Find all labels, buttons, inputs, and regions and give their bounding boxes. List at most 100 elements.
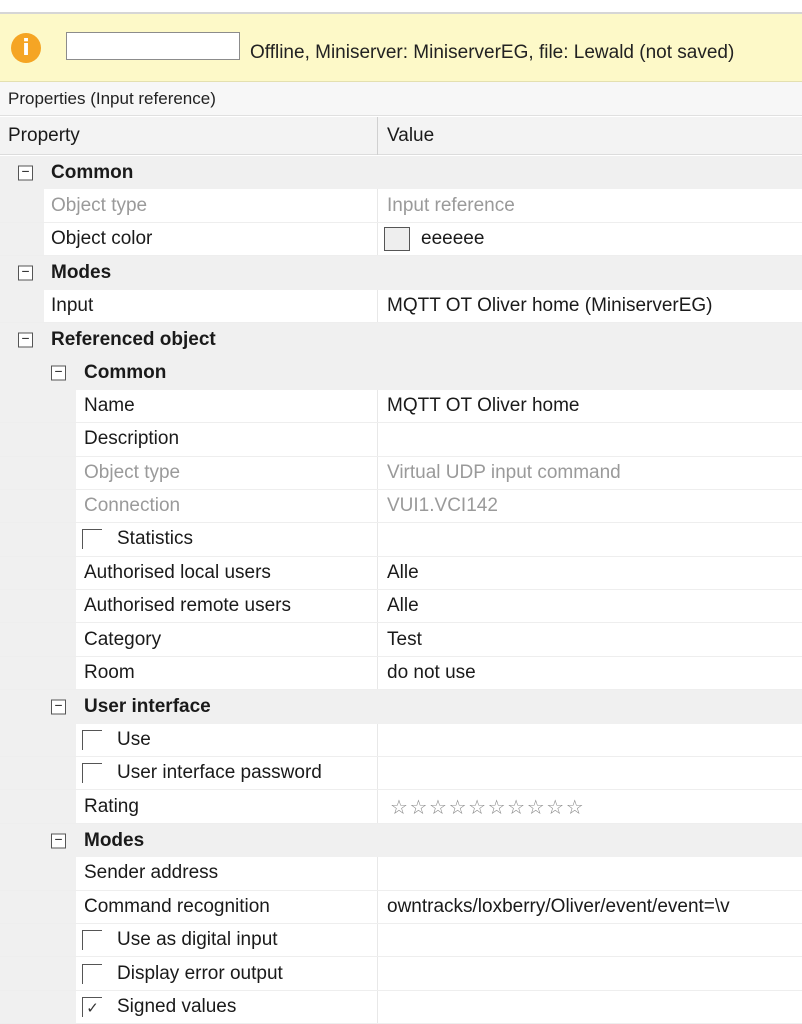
property-row-object-color[interactable]: Object color eeeeee [0, 222, 802, 257]
property-label: Input [51, 294, 94, 316]
property-label: Authorised remote users [84, 595, 291, 617]
row-gutter [0, 857, 76, 890]
collapse-toggle-icon[interactable]: − [18, 165, 33, 181]
color-swatch[interactable] [384, 226, 410, 251]
property-row-object-type[interactable]: Object type Input reference [0, 189, 802, 223]
property-value[interactable]: Test [387, 629, 422, 651]
property-label: Use as digital input [117, 929, 278, 951]
property-row-signed-values[interactable]: ✓ Signed values [0, 990, 802, 1024]
property-label: Display error output [117, 962, 283, 984]
property-label: Connection [84, 495, 181, 517]
cell-divider [377, 656, 378, 690]
column-header: Property Value [0, 117, 802, 155]
category-row-modes[interactable]: − Modes [0, 256, 802, 290]
property-label: Object color [51, 227, 153, 249]
property-row-command-recognition[interactable]: Command recognition owntracks/loxberry/Ol… [0, 890, 802, 924]
row-gutter [0, 489, 76, 523]
property-value[interactable]: Alle [387, 595, 419, 617]
row-gutter [0, 990, 76, 1024]
property-row-sender-address[interactable]: Sender address [0, 857, 802, 891]
property-label: Modes [84, 829, 145, 851]
status-bar: i Offline, Miniserver: MiniserverEG, fil… [0, 14, 802, 82]
property-label: Statistics [117, 528, 194, 550]
property-label: Object type [84, 461, 181, 483]
collapse-toggle-icon[interactable]: − [51, 365, 66, 381]
property-row-name[interactable]: Name MQTT OT Oliver home [0, 389, 802, 424]
row-gutter [0, 923, 76, 957]
rating-stars[interactable]: ☆☆☆☆☆☆☆☆☆☆ [390, 795, 585, 819]
cell-divider [377, 189, 378, 222]
collapse-toggle-icon[interactable]: − [51, 699, 66, 715]
property-label: Common [51, 161, 134, 183]
property-row-statistics[interactable]: Statistics [0, 523, 802, 557]
cell-divider [377, 523, 378, 556]
property-label: Common [84, 362, 167, 384]
checkbox[interactable] [82, 963, 102, 984]
status-input[interactable] [66, 32, 240, 60]
property-row-rating[interactable]: Rating ☆☆☆☆☆☆☆☆☆☆ [0, 790, 802, 824]
property-value[interactable]: do not use [387, 662, 476, 684]
property-label: Command recognition [84, 895, 270, 917]
property-label: Name [84, 394, 135, 416]
property-value: Virtual UDP input command [387, 461, 621, 483]
cell-divider [377, 957, 378, 990]
property-row-user-interface-password[interactable]: User interface password [0, 757, 802, 791]
category-row-user-interface[interactable]: − User interface [0, 690, 802, 724]
property-row-object-type[interactable]: Object type Virtual UDP input command [0, 456, 802, 490]
property-value[interactable]: MQTT OT Oliver home (MiniserverEG) [387, 295, 713, 317]
property-row-authorised-local-users[interactable]: Authorised local users Alle [0, 556, 802, 591]
category-row-referenced-object[interactable]: − Referenced object [0, 322, 802, 357]
category-row-common[interactable]: − Common [0, 356, 802, 390]
row-gutter [0, 890, 76, 923]
collapse-toggle-icon[interactable]: − [51, 833, 66, 848]
cell-divider [377, 289, 378, 322]
category-row-common[interactable]: − Common [0, 156, 802, 190]
row-gutter [0, 222, 44, 256]
property-row-use-as-digital-input[interactable]: Use as digital input [0, 923, 802, 958]
property-row-authorised-remote-users[interactable]: Authorised remote users Alle [0, 590, 802, 624]
cell-divider [377, 423, 378, 456]
row-gutter [0, 389, 76, 423]
property-row-connection[interactable]: Connection VUI1.VCI142 [0, 489, 802, 524]
checkbox[interactable] [82, 763, 102, 784]
collapse-toggle-icon[interactable]: − [18, 265, 33, 281]
row-gutter [0, 623, 76, 656]
panel-title: Properties (Input reference) [0, 82, 802, 116]
property-value[interactable]: Alle [387, 562, 419, 584]
cell-divider [377, 623, 378, 656]
property-value[interactable]: eeeeee [421, 228, 484, 250]
cell-divider [377, 222, 378, 256]
row-gutter [0, 289, 44, 322]
property-row-use[interactable]: Use [0, 723, 802, 758]
property-label: Description [84, 428, 180, 450]
column-header-value[interactable]: Value [387, 125, 434, 147]
property-row-display-error-output[interactable]: Display error output [0, 957, 802, 991]
property-label: Signed values [117, 995, 237, 1017]
checkbox[interactable] [82, 729, 102, 750]
cell-divider [377, 723, 378, 757]
property-label: Use [117, 728, 151, 750]
property-row-description[interactable]: Description [0, 423, 802, 457]
property-row-input[interactable]: Input MQTT OT Oliver home (MiniserverEG) [0, 289, 802, 323]
property-row-room[interactable]: Room do not use [0, 656, 802, 691]
cell-divider [377, 923, 378, 957]
property-label: Category [84, 628, 162, 650]
property-value[interactable]: MQTT OT Oliver home [387, 395, 580, 417]
category-row-modes[interactable]: − Modes [0, 823, 802, 858]
cell-divider [377, 590, 378, 623]
cell-divider [377, 456, 378, 489]
property-label: Modes [51, 261, 112, 283]
row-gutter [0, 790, 76, 823]
column-header-property[interactable]: Property [8, 125, 80, 147]
collapse-toggle-icon[interactable]: − [18, 332, 33, 348]
property-value[interactable]: owntracks/loxberry/Oliver/event/event=\v [387, 896, 730, 918]
property-label: User interface [84, 695, 211, 717]
column-divider[interactable] [377, 117, 378, 155]
checkbox[interactable] [82, 529, 102, 550]
checkbox[interactable] [82, 930, 102, 951]
property-row-category[interactable]: Category Test [0, 623, 802, 657]
property-label: Authorised local users [84, 561, 271, 583]
property-grid: − Common Object type Input reference Object … [0, 156, 802, 1024]
property-label: Room [84, 662, 135, 684]
row-gutter [0, 757, 76, 790]
